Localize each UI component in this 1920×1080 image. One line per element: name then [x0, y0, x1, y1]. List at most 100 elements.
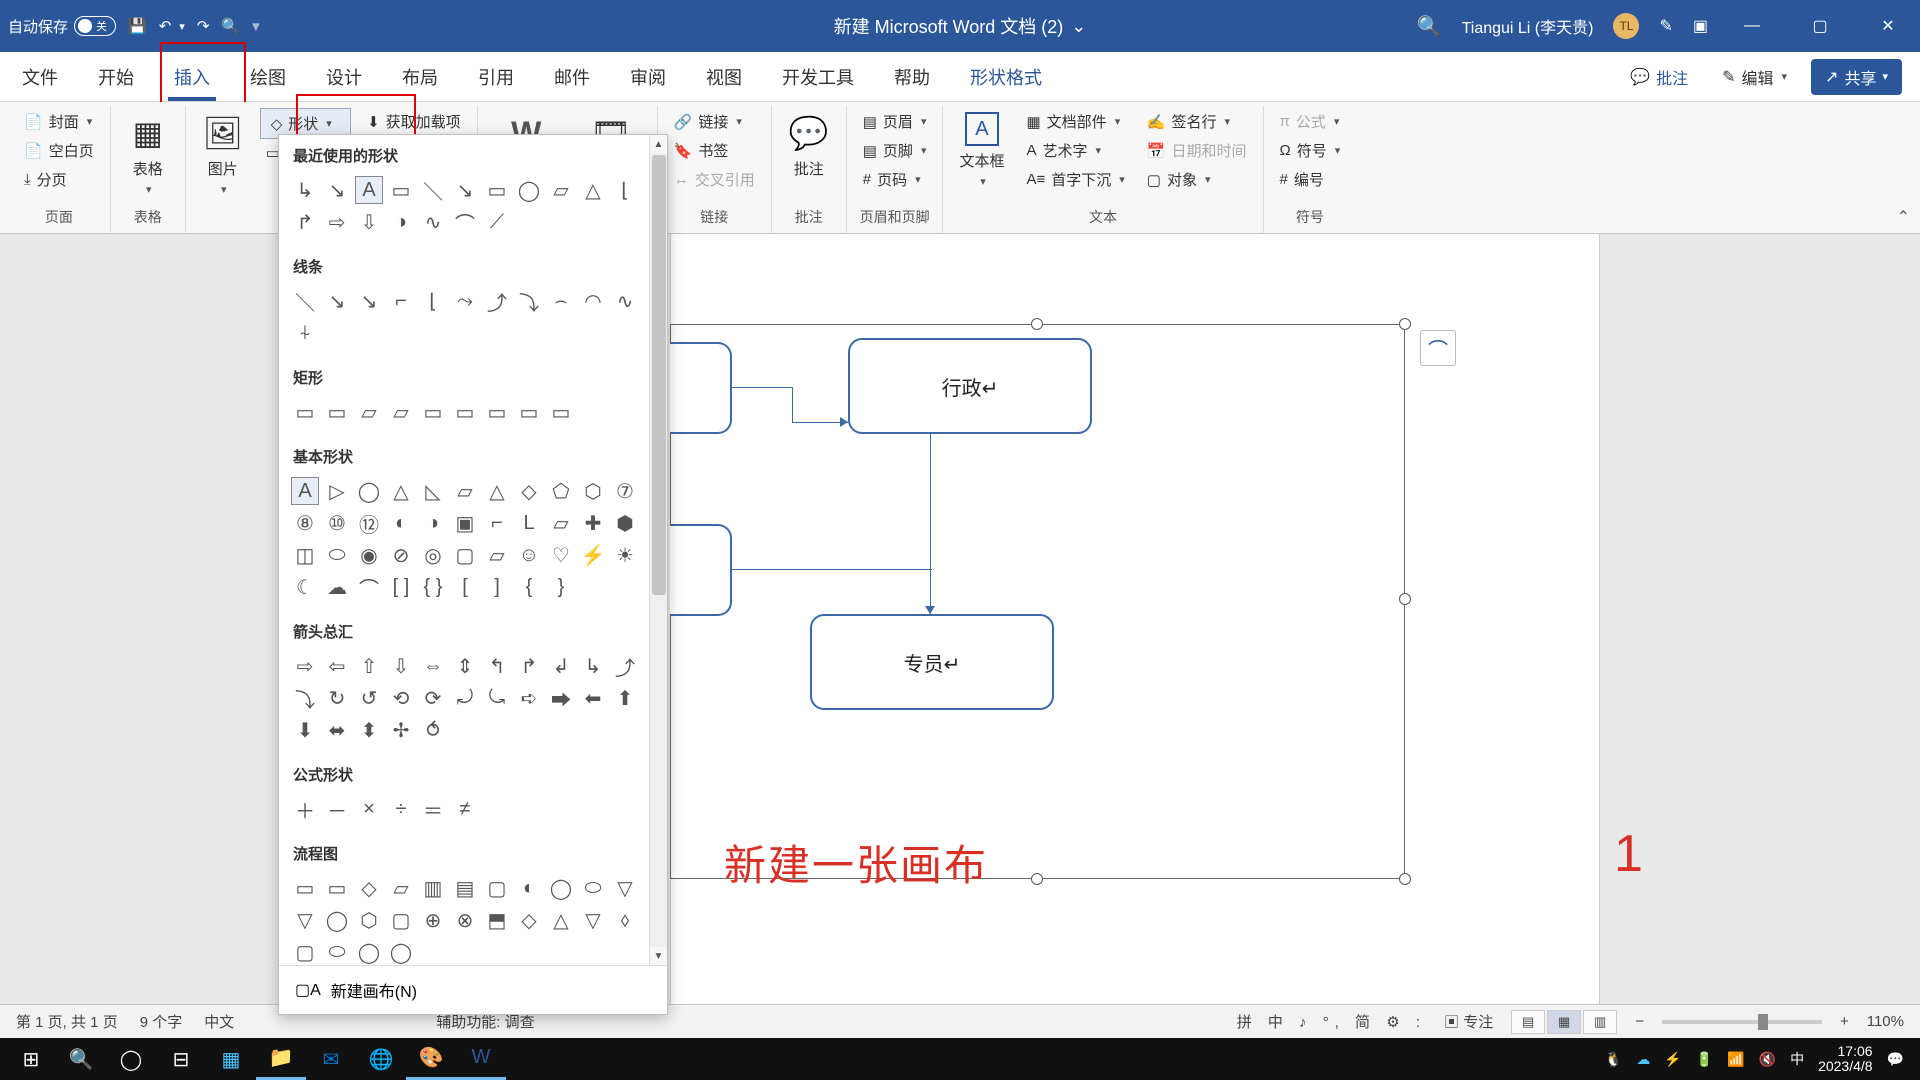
symbol-button[interactable]: Ω 符号▾	[1274, 137, 1347, 164]
shape-item[interactable]: ⬭	[323, 541, 351, 569]
notifications-icon[interactable]: 💬	[1887, 1051, 1904, 1068]
tray-icon[interactable]: 🐧	[1605, 1051, 1622, 1068]
taskbar-app2[interactable]: 🎨	[406, 1038, 456, 1080]
tab-mail[interactable]: 邮件	[550, 54, 594, 100]
comment-button[interactable]: 💬批注	[782, 108, 836, 183]
shape-item[interactable]: ⌊	[419, 287, 447, 315]
shape-item[interactable]: ▱	[483, 541, 511, 569]
shape-item[interactable]: ↘	[323, 287, 351, 315]
selection-handle[interactable]	[1399, 318, 1411, 330]
addins-button[interactable]: ⬇ 获取加载项	[361, 108, 467, 135]
shape-item[interactable]: －	[323, 795, 351, 823]
shape-item[interactable]: ↘	[451, 176, 479, 204]
shape-item[interactable]: ⬠	[547, 477, 575, 505]
shape-item[interactable]: ↻	[323, 684, 351, 712]
view-read-button[interactable]: ▤	[1511, 1010, 1545, 1034]
number-button[interactable]: # 编号	[1274, 166, 1347, 193]
shape-item[interactable]: A	[291, 477, 319, 505]
tab-view[interactable]: 视图	[702, 54, 746, 100]
shape-item[interactable]: ▭	[547, 398, 575, 426]
document-title[interactable]: 新建 Microsoft Word 文档 (2) ⌄	[834, 13, 1087, 39]
tab-home[interactable]: 开始	[94, 54, 138, 100]
search-icon[interactable]: 🔍	[221, 17, 240, 35]
language-indicator[interactable]: 中文	[204, 1011, 234, 1032]
shape-item[interactable]: ▭	[323, 874, 351, 902]
connector[interactable]	[732, 569, 932, 570]
shape-item[interactable]: ▷	[323, 477, 351, 505]
shape-item[interactable]: ⇦	[323, 652, 351, 680]
shape-item[interactable]: ⤳	[451, 287, 479, 315]
shape-item[interactable]: ➪	[515, 684, 543, 712]
shape-item[interactable]: ⬨	[611, 906, 639, 934]
cortana-button[interactable]: ◯	[106, 1038, 156, 1080]
shape-item[interactable]: ⤵	[291, 684, 319, 712]
shape-item[interactable]: ↲	[547, 652, 575, 680]
taskview-button[interactable]: ⊟	[156, 1038, 206, 1080]
shape-item[interactable]: ⌢	[547, 287, 575, 315]
shape-item[interactable]: ⬢	[611, 509, 639, 537]
shape-item[interactable]: [	[451, 573, 479, 601]
selection-handle[interactable]	[1031, 318, 1043, 330]
tab-help[interactable]: 帮助	[890, 54, 934, 100]
shape-item[interactable]: ▱	[387, 398, 415, 426]
shape-item[interactable]: ＋	[291, 795, 319, 823]
tab-devtools[interactable]: 开发工具	[778, 54, 858, 100]
tab-shape-format[interactable]: 形状格式	[966, 54, 1046, 100]
flowchart-box-partial[interactable]	[670, 342, 732, 434]
shape-item[interactable]: △	[387, 477, 415, 505]
shape-item[interactable]: ▭	[483, 398, 511, 426]
edit-button[interactable]: ✎ 编辑 ▾	[1712, 59, 1797, 95]
tab-review[interactable]: 审阅	[626, 54, 670, 100]
pen-icon[interactable]: ✎	[1659, 16, 1672, 36]
pagenum-button[interactable]: # 页码▾	[857, 166, 933, 193]
shape-item[interactable]: ＝	[419, 795, 447, 823]
shape-item[interactable]: ↳	[579, 652, 607, 680]
new-canvas-item[interactable]: ▢A 新建画布(N)	[279, 965, 667, 1014]
toggle-track[interactable]: 关	[74, 16, 116, 36]
qat-more-icon[interactable]: ▾	[252, 17, 260, 35]
pictures-button[interactable]: 🖼图片▾	[196, 108, 250, 200]
quickparts-button[interactable]: ▦ 文档部件▾	[1020, 108, 1130, 135]
ime-indicators[interactable]: 拼 中 ♪ °, 简 ⚙ :	[1237, 1011, 1426, 1032]
start-button[interactable]: ⊞	[6, 1038, 56, 1080]
shape-item[interactable]: ▱	[387, 874, 415, 902]
shape-item[interactable]: ✚	[579, 509, 607, 537]
focus-mode-button[interactable]: ▣ 专注	[1444, 1011, 1493, 1032]
shape-item[interactable]: ◯	[323, 906, 351, 934]
shape-item[interactable]: ＼	[419, 176, 447, 204]
equation-button[interactable]: π 公式▾	[1274, 108, 1347, 135]
shape-item[interactable]: ☾	[291, 573, 319, 601]
textbox-button[interactable]: A文本框▾	[953, 108, 1010, 192]
shape-item[interactable]: ⥀	[419, 716, 447, 744]
wifi-icon[interactable]: 📶	[1727, 1051, 1744, 1068]
shape-item[interactable]: ⬡	[355, 906, 383, 934]
battery-icon[interactable]: 🔋	[1696, 1051, 1713, 1068]
shape-item[interactable]: ▣	[451, 509, 479, 537]
shape-item[interactable]: ⇨	[323, 208, 351, 236]
shape-item[interactable]: ▤	[451, 874, 479, 902]
view-web-button[interactable]: ▥	[1583, 1010, 1617, 1034]
tab-draw[interactable]: 绘图	[246, 54, 290, 100]
shape-item[interactable]: ▭	[419, 398, 447, 426]
cover-page-button[interactable]: 📄 封面▾	[18, 108, 100, 135]
shape-item[interactable]: ↺	[355, 684, 383, 712]
shape-item[interactable]: ⍭	[291, 319, 319, 347]
volume-icon[interactable]: 🔇	[1759, 1051, 1776, 1068]
shape-item[interactable]: { }	[419, 573, 447, 601]
shape-item[interactable]: {	[515, 573, 543, 601]
shape-item[interactable]: ⬭	[323, 938, 351, 965]
shape-item[interactable]: ↱	[291, 208, 319, 236]
scroll-thumb[interactable]	[652, 155, 666, 595]
shape-item[interactable]: ◯	[547, 874, 575, 902]
bookmark-button[interactable]: 🔖 书签	[668, 137, 761, 164]
tab-layout[interactable]: 布局	[398, 54, 442, 100]
shape-item[interactable]: ↘	[355, 287, 383, 315]
shape-item[interactable]: ▭	[515, 398, 543, 426]
shape-item[interactable]: ◇	[515, 906, 543, 934]
share-button[interactable]: ↗ 共享 ▾	[1811, 59, 1902, 95]
shape-item[interactable]: ◉	[355, 541, 383, 569]
shape-item[interactable]: ×	[355, 795, 383, 823]
shape-item[interactable]: ☀	[611, 541, 639, 569]
shape-item[interactable]: ⤴	[611, 652, 639, 680]
tab-references[interactable]: 引用	[474, 54, 518, 100]
